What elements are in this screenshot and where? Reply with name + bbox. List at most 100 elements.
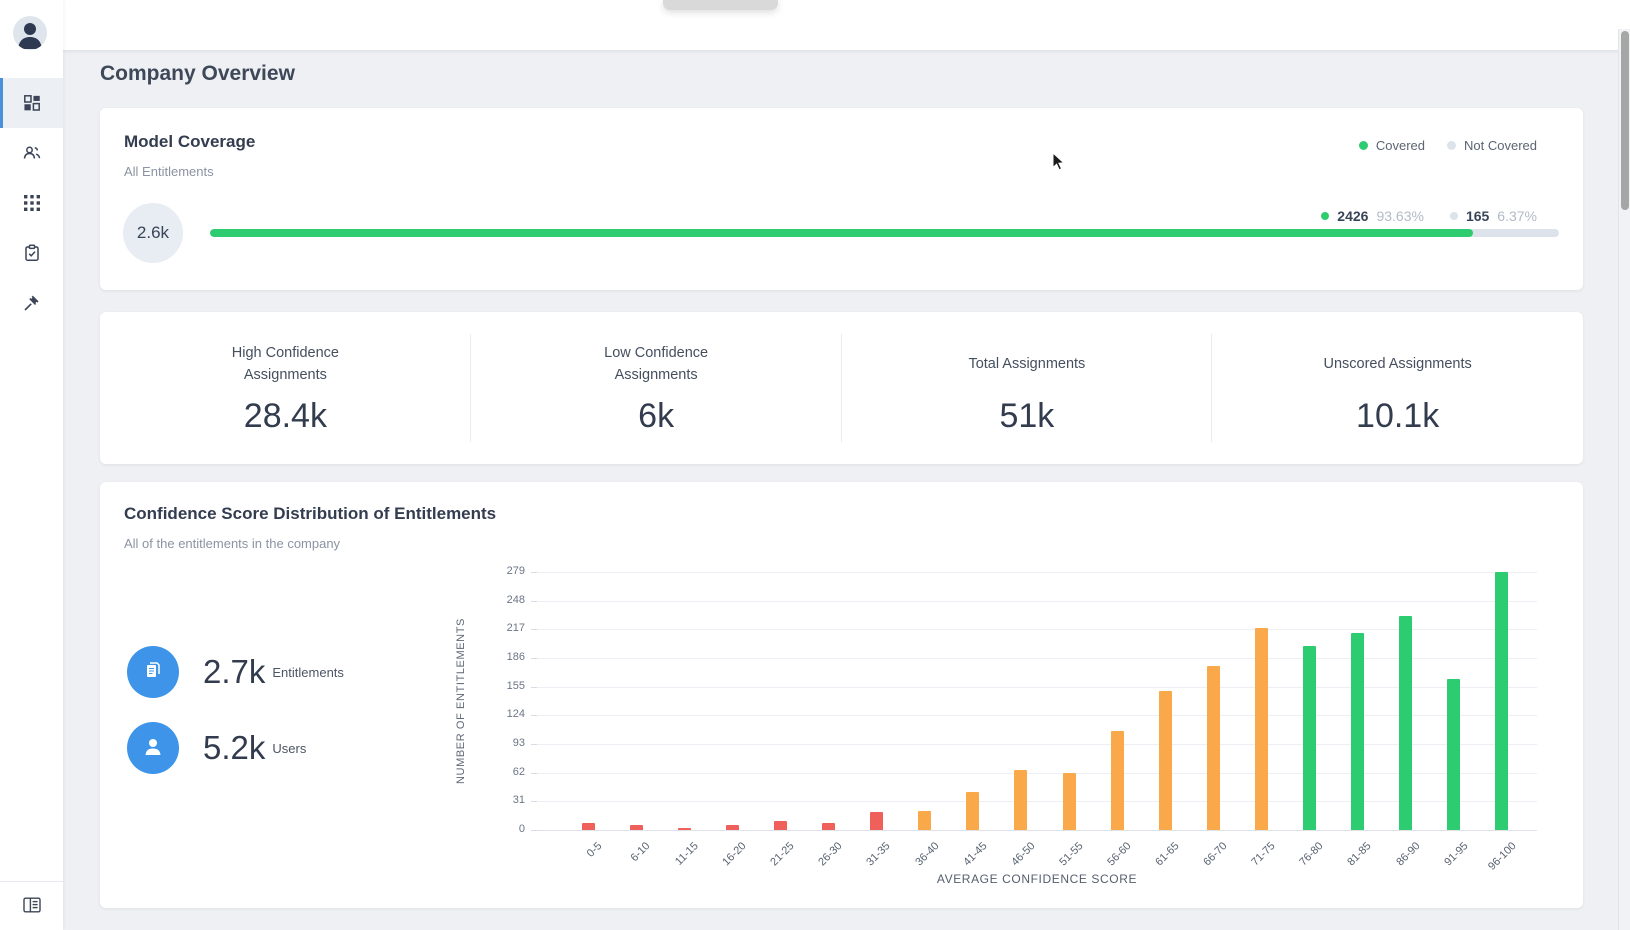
- chart-y-tickmark: [531, 658, 537, 659]
- chart-x-tick-label: 76-80: [1298, 840, 1326, 868]
- chart-bar: [1014, 770, 1027, 830]
- coverage-total: 2.6k: [137, 223, 169, 243]
- chart-y-tickmark: [531, 629, 537, 630]
- top-bar: [0, 0, 1630, 50]
- confidence-distribution-card: Confidence Score Distribution of Entitle…: [100, 482, 1583, 908]
- legend-label: Not Covered: [1464, 138, 1537, 153]
- stat-high-confidence: High Confidence Assignments 28.4k: [100, 312, 471, 464]
- chart-bar: [678, 828, 691, 830]
- legend-label: Covered: [1376, 138, 1425, 153]
- chart-x-tick-label: 41-45: [961, 840, 989, 868]
- entitlements-count: 2.7k: [203, 653, 265, 691]
- stat-total-assignments: Total Assignments 51k: [842, 312, 1213, 464]
- coverage-progress-fill: [210, 229, 1473, 237]
- chart-gridline: [537, 773, 1537, 774]
- chart-x-tick-label: 31-35: [865, 840, 893, 868]
- chart-y-tick-label: 124: [481, 708, 525, 720]
- chart-x-tick-label: 51-55: [1057, 840, 1085, 868]
- not-covered-dot-icon: [1447, 141, 1456, 150]
- stat-value: 28.4k: [244, 397, 327, 436]
- not-covered-percent: 6.37%: [1497, 208, 1537, 224]
- users-icon: [23, 144, 41, 162]
- clipboard-check-icon: [23, 244, 41, 262]
- chart-y-axis-title: NUMBER OF ENTITLEMENTS: [455, 618, 467, 784]
- chart-bar: [1447, 679, 1460, 830]
- chart-gridline: [537, 830, 1537, 831]
- chart-y-tick-label: 93: [481, 737, 525, 749]
- coverage-progress-bar: [210, 229, 1559, 237]
- chart-y-tickmark: [531, 601, 537, 602]
- model-coverage-subtitle: All Entitlements: [124, 164, 255, 179]
- chart-y-tick-label: 217: [481, 622, 525, 634]
- sidebar-item-dashboard[interactable]: [0, 78, 63, 128]
- grid-icon: [24, 195, 40, 211]
- covered-count: 2426: [1337, 208, 1368, 224]
- coverage-counts: 2426 93.63% 165 6.37%: [1321, 208, 1537, 224]
- scrollbar-thumb[interactable]: [1621, 31, 1629, 210]
- chart-y-tick-label: 248: [481, 594, 525, 606]
- chart-bar: [1399, 616, 1412, 830]
- chart-y-tick-label: 62: [481, 766, 525, 778]
- chart-x-tick-label: 61-65: [1153, 840, 1181, 868]
- chart-y-tickmark: [531, 744, 537, 745]
- chart-y-tick-label: 31: [481, 794, 525, 806]
- chart-x-tick-label: 0-5: [585, 840, 605, 860]
- chart-x-tick-label: 36-40: [913, 840, 941, 868]
- chart-x-tick-label: 46-50: [1009, 840, 1037, 868]
- scrollbar-track[interactable]: [1618, 29, 1630, 930]
- chart-bar: [822, 823, 835, 830]
- covered-dot-icon: [1321, 212, 1329, 220]
- coverage-legend: Covered Not Covered: [1359, 138, 1537, 153]
- stat-value: 6k: [638, 397, 674, 436]
- covered-dot-icon: [1359, 141, 1368, 150]
- chart-bar: [582, 823, 595, 830]
- chart-x-tick-label: 6-10: [629, 840, 653, 864]
- not-covered-dot-icon: [1450, 212, 1458, 220]
- entitlements-label: Entitlements: [272, 665, 344, 680]
- chart-gridline: [537, 801, 1537, 802]
- model-coverage-title: Model Coverage: [124, 132, 255, 152]
- stat-low-confidence: Low Confidence Assignments 6k: [471, 312, 842, 464]
- reading-pane-icon: [23, 897, 41, 918]
- chart-bar: [870, 812, 883, 830]
- distribution-title: Confidence Score Distribution of Entitle…: [124, 504, 496, 524]
- sidebar-nav: [0, 78, 63, 328]
- users-label: Users: [272, 741, 306, 756]
- chart-gridline: [537, 744, 1537, 745]
- chart-bar: [918, 811, 931, 830]
- chart-gridline: [537, 629, 1537, 630]
- gavel-icon: [23, 294, 41, 312]
- assignments-stats-card: High Confidence Assignments 28.4k Low Co…: [100, 312, 1583, 464]
- stat-label: High Confidence Assignments: [200, 342, 370, 388]
- sidebar-collapse-button[interactable]: [0, 890, 63, 924]
- chart-y-tickmark: [531, 830, 537, 831]
- dashboard-icon: [23, 94, 41, 112]
- chart-bar: [774, 821, 787, 830]
- chart-gridline: [537, 658, 1537, 659]
- chart-gridline: [537, 715, 1537, 716]
- user-avatar-icon: [13, 37, 47, 50]
- chart-bar: [1063, 773, 1076, 830]
- legend-item-covered[interactable]: Covered: [1359, 138, 1425, 153]
- chart-x-tick-label: 91-95: [1442, 840, 1470, 868]
- user-avatar[interactable]: [13, 16, 47, 50]
- sidebar-item-tasks[interactable]: [0, 228, 63, 278]
- chart-bar: [1159, 691, 1172, 830]
- chart-x-tick-label: 21-25: [769, 840, 797, 868]
- page-title: Company Overview: [100, 62, 295, 86]
- users-summary: 5.2k Users: [127, 722, 306, 774]
- sidebar-item-rules[interactable]: [0, 278, 63, 328]
- chart-bar: [726, 825, 739, 830]
- chart-x-tick-label: 86-90: [1394, 840, 1422, 868]
- chart-x-tick-label: 96-100: [1486, 840, 1519, 873]
- covered-percent: 93.63%: [1376, 208, 1423, 224]
- chart-y-tickmark: [531, 687, 537, 688]
- distribution-subtitle: All of the entitlements in the company: [124, 536, 496, 551]
- legend-item-not-covered[interactable]: Not Covered: [1447, 138, 1537, 153]
- chart-x-tick-label: 66-70: [1201, 840, 1229, 868]
- chart-x-tick-label: 81-85: [1346, 840, 1374, 868]
- sidebar-item-users[interactable]: [0, 128, 63, 178]
- chart-y-tick-label: 186: [481, 651, 525, 663]
- sidebar-item-applications[interactable]: [0, 178, 63, 228]
- chart-y-tick-label: 279: [481, 565, 525, 577]
